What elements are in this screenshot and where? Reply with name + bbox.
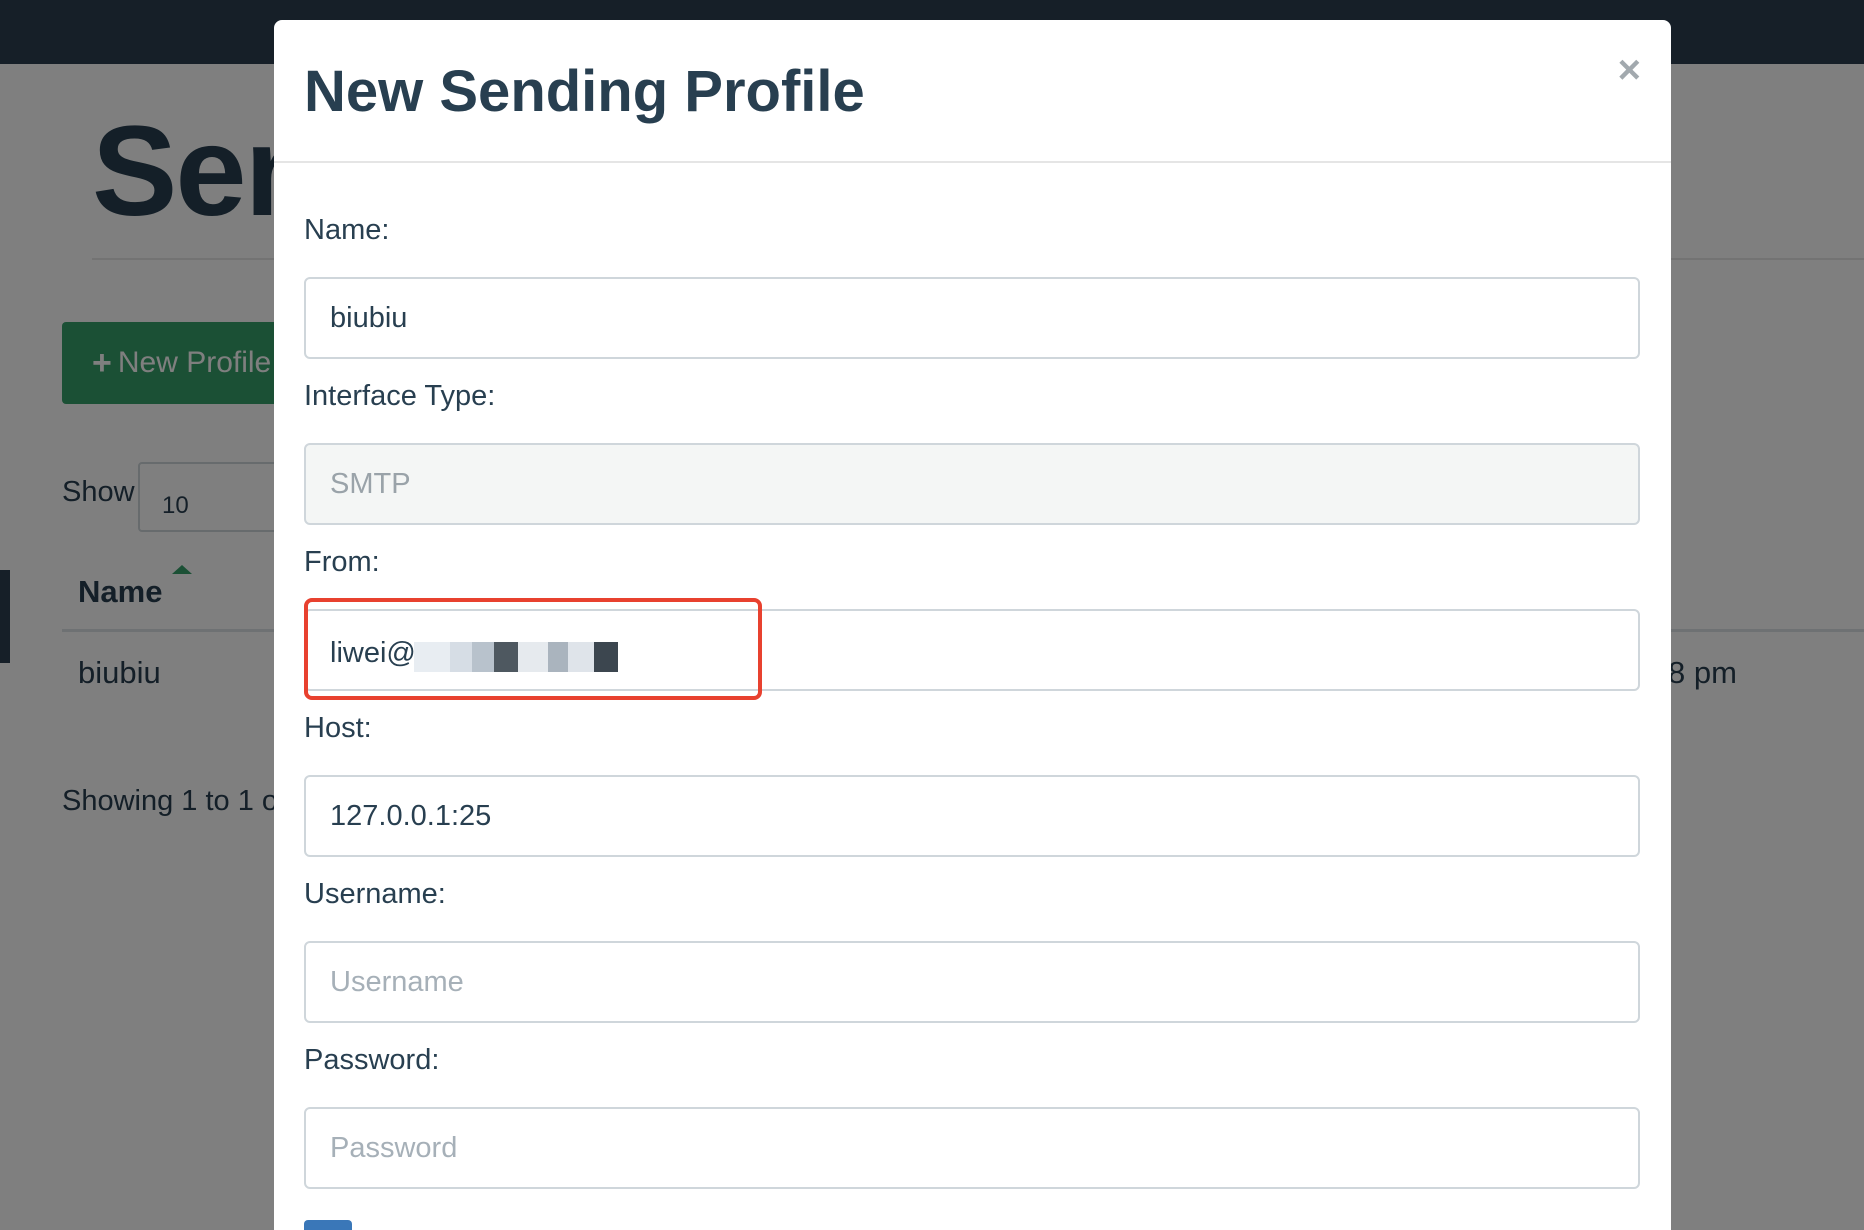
name-field[interactable]	[304, 277, 1640, 359]
username-label: Username:	[304, 878, 446, 910]
interface-type-field	[304, 443, 1640, 525]
close-icon[interactable]: ×	[1618, 50, 1641, 90]
password-label: Password:	[304, 1044, 440, 1076]
highlight-annotation	[304, 598, 762, 700]
host-field[interactable]	[304, 775, 1640, 857]
host-label: Host:	[304, 712, 372, 744]
password-field[interactable]	[304, 1107, 1640, 1189]
username-field[interactable]	[304, 941, 1640, 1023]
modal-header: New Sending Profile ×	[274, 20, 1671, 163]
new-sending-profile-modal: New Sending Profile × Name: Interface Ty…	[274, 20, 1671, 1230]
interface-type-label: Interface Type:	[304, 380, 496, 412]
name-label: Name:	[304, 214, 390, 246]
checkbox-partial[interactable]	[304, 1220, 352, 1230]
modal-title: New Sending Profile	[304, 59, 865, 124]
from-label: From:	[304, 546, 380, 578]
